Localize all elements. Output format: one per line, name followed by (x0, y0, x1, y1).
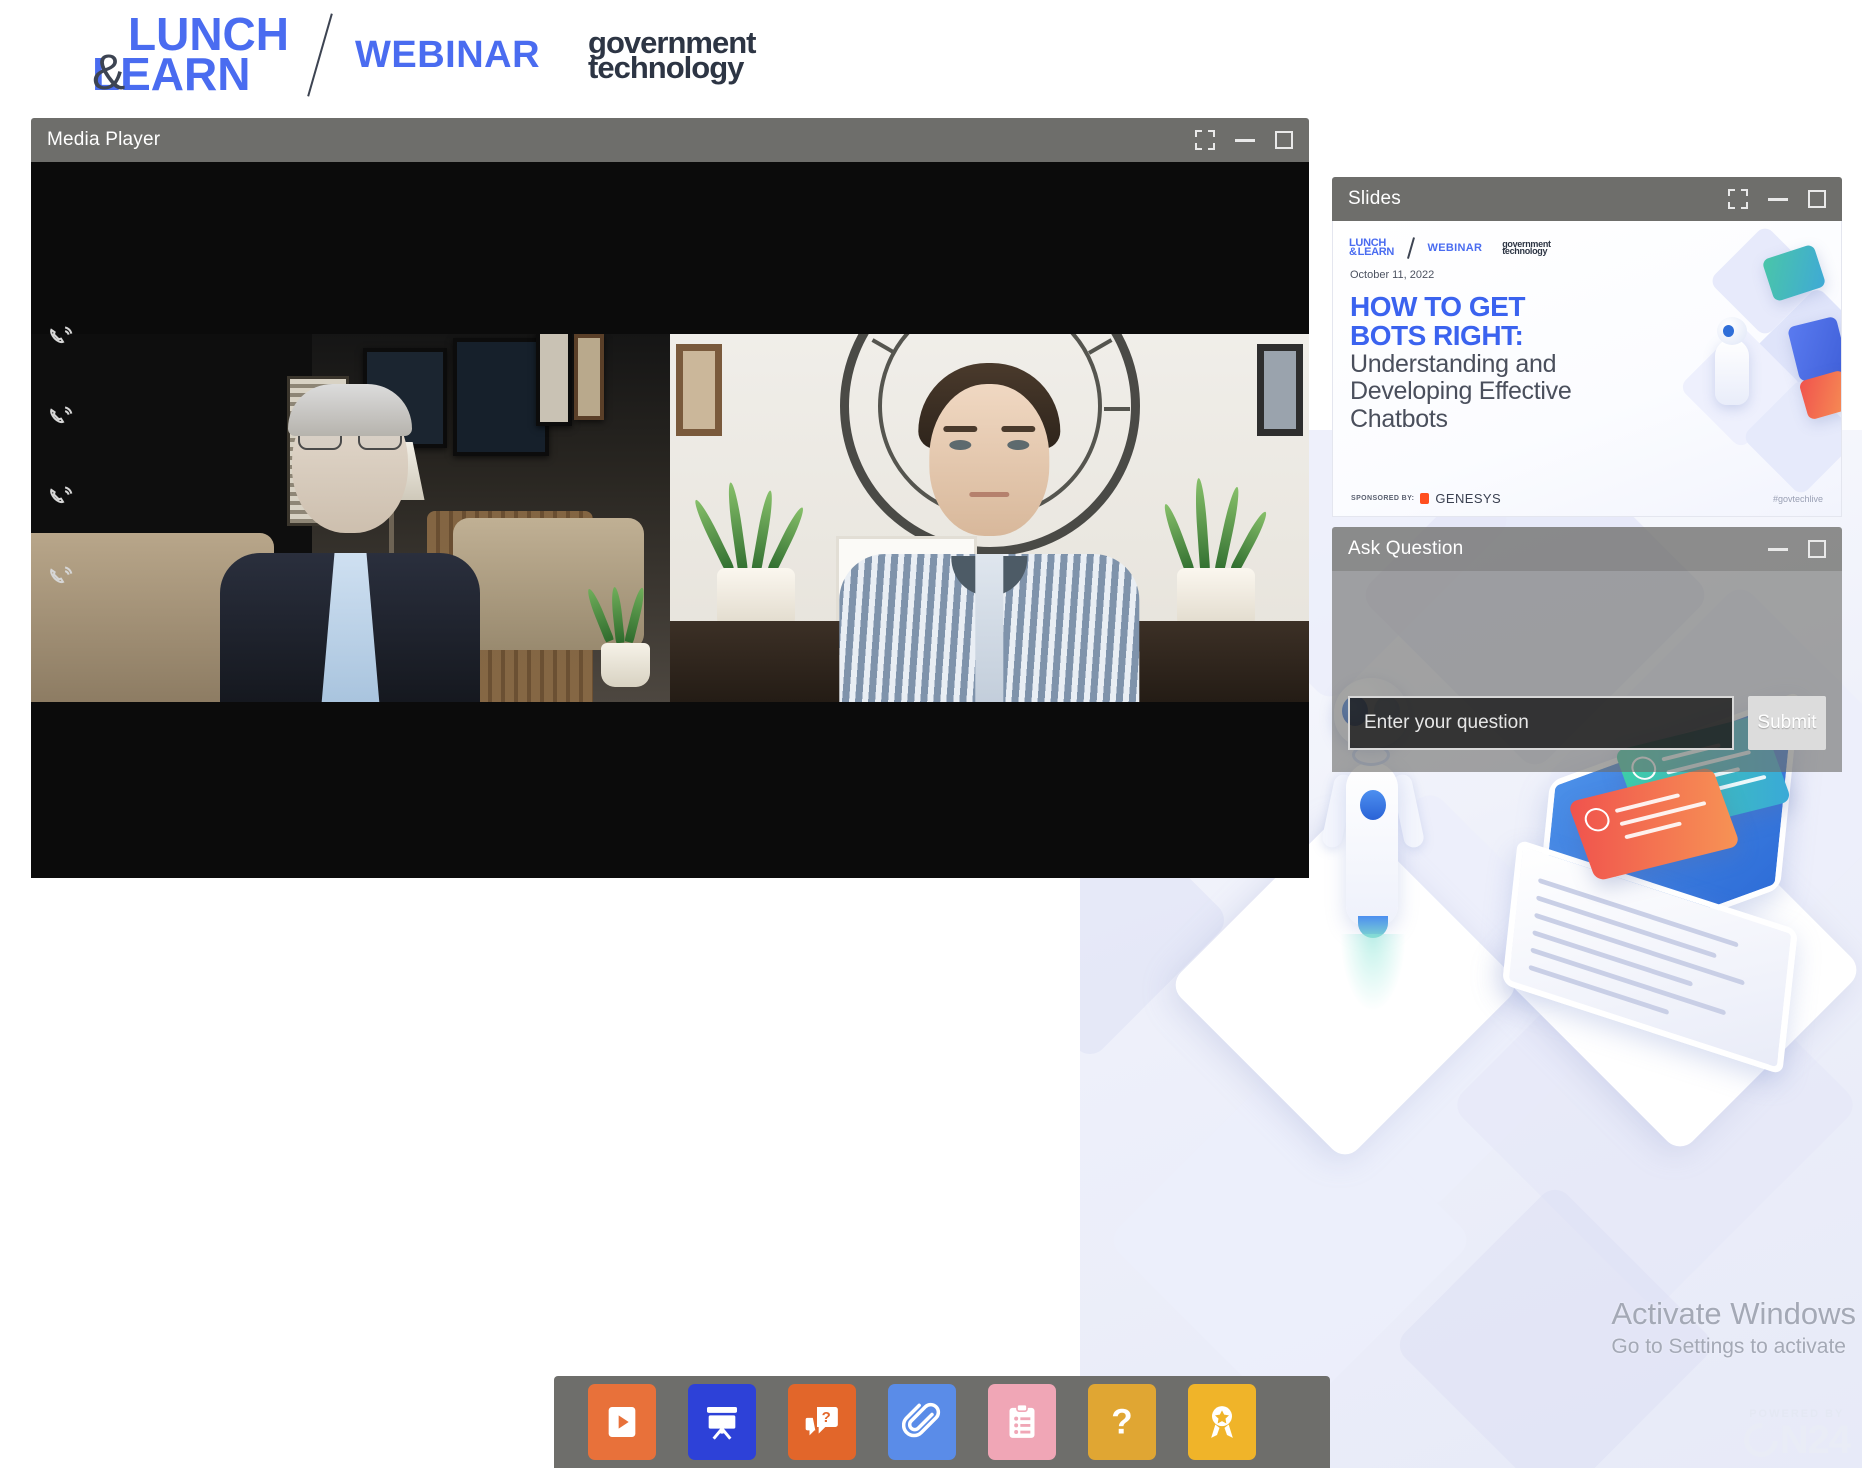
slide-subtitle-line2: Developing Effective (1350, 378, 1663, 406)
paperclip-icon (902, 1402, 942, 1442)
question-bubble-icon: ? (802, 1402, 842, 1442)
toolbar-survey-button[interactable] (988, 1384, 1056, 1460)
watermark-subtitle: Go to Settings to activate (1611, 1334, 1856, 1360)
maximize-icon[interactable] (1808, 540, 1826, 558)
logo-ampersand: & (92, 51, 124, 94)
on24-circle-icon (1737, 1416, 1785, 1464)
slide-lunch-learn-logo: LUNCH &LEARN (1349, 239, 1394, 258)
award-ribbon-icon (1202, 1402, 1242, 1442)
play-video-icon (602, 1402, 642, 1442)
audio-phone-icon-strip (31, 304, 93, 612)
expand-icon[interactable] (1195, 130, 1215, 150)
lunch-and-learn-logo: LUNCH & LEARN (92, 15, 289, 94)
slides-titlebar: Slides (1332, 177, 1842, 221)
speaker-video-left (31, 334, 670, 702)
activate-windows-watermark: Activate Windows Go to Settings to activ… (1611, 1295, 1856, 1360)
ask-question-body: Submit (1332, 571, 1842, 772)
slide-subtitle-line1: Understanding and (1350, 351, 1663, 379)
on24-branding: POWERED BY N24 (1744, 1409, 1850, 1460)
slides-title: Slides (1348, 188, 1401, 210)
ask-question-window-controls (1768, 540, 1826, 558)
slide-logo-divider (1407, 237, 1415, 259)
on24-logo: N24 (1744, 1420, 1850, 1460)
govtech-line2: technology (588, 55, 755, 80)
slides-panel[interactable]: Slides LUNCH (1332, 177, 1842, 517)
speaker-video-right (670, 334, 1309, 702)
question-mark-icon: ? (1102, 1402, 1142, 1442)
slide-footer: SPONSORED BY: GENESYS #govtechlive (1333, 491, 1841, 506)
phone-signal-icon[interactable] (31, 398, 93, 438)
slides-window-controls (1728, 189, 1826, 209)
speaker-video-band (31, 334, 1309, 702)
ask-question-title: Ask Question (1348, 538, 1463, 560)
ask-question-panel[interactable]: Ask Question Submit (1332, 527, 1842, 772)
speaker-left-person (184, 363, 516, 702)
slide-hashtag: #govtechlive (1773, 494, 1823, 504)
slide-logo-amp: & (1349, 248, 1357, 257)
question-input[interactable] (1348, 696, 1734, 750)
slide-artwork (1663, 235, 1842, 485)
page-header: LUNCH & LEARN WEBINAR government technol… (0, 0, 1862, 110)
sponsored-by-label: SPONSORED BY: (1351, 495, 1414, 502)
toolbar-certificate-button[interactable] (1188, 1384, 1256, 1460)
slide-title-line1: HOW TO GET (1350, 293, 1663, 322)
slide-content[interactable]: LUNCH &LEARN WEBINAR government technolo… (1332, 221, 1842, 517)
media-player-titlebar: Media Player (31, 118, 1309, 162)
phone-signal-icon[interactable] (31, 478, 93, 518)
government-technology-logo: government technology (588, 30, 755, 81)
toolbar-slides-button[interactable] (688, 1384, 756, 1460)
expand-icon[interactable] (1728, 189, 1748, 209)
slide-subtitle-line3: Chatbots (1350, 406, 1663, 434)
minimize-icon[interactable] (1768, 548, 1788, 551)
toolbar-ask-question-button[interactable]: ? (788, 1384, 856, 1460)
on24-wordmark: N24 (1780, 1420, 1850, 1460)
slide-govtech-logo: government technology (1502, 241, 1551, 256)
sponsor-name: GENESYS (1435, 491, 1501, 506)
minimize-icon[interactable] (1768, 198, 1788, 201)
bottom-toolbar: ? ? (554, 1376, 1330, 1468)
slide-title-block: HOW TO GET BOTS RIGHT: Understanding and… (1333, 281, 1663, 433)
genesys-logo-icon (1420, 493, 1429, 504)
maximize-icon[interactable] (1808, 190, 1826, 208)
media-player-title: Media Player (47, 129, 160, 151)
maximize-icon[interactable] (1275, 131, 1293, 149)
slide-logo-webinar: WEBINAR (1428, 242, 1483, 254)
toolbar-media-player-button[interactable] (588, 1384, 656, 1460)
webinar-console: Activate Windows Go to Settings to activ… (0, 0, 1862, 1468)
svg-text:?: ? (822, 1409, 831, 1426)
submit-question-button[interactable]: Submit (1748, 696, 1826, 750)
watermark-title: Activate Windows (1611, 1295, 1856, 1334)
clipboard-icon (1002, 1402, 1042, 1442)
toolbar-help-button[interactable]: ? (1088, 1384, 1156, 1460)
slide-title-line2: BOTS RIGHT: (1350, 322, 1663, 351)
slide-govtech-line2: technology (1502, 248, 1551, 255)
svg-text:?: ? (1111, 1403, 1132, 1442)
ask-question-titlebar: Ask Question (1332, 527, 1842, 571)
presentation-icon (702, 1402, 742, 1442)
phone-signal-icon[interactable] (31, 558, 93, 598)
media-player-window-controls (1195, 130, 1293, 150)
slide-logo-learn: LEARN (1358, 248, 1394, 257)
toolbar-resources-button[interactable] (888, 1384, 956, 1460)
logo-webinar-text: WEBINAR (355, 34, 540, 77)
phone-signal-icon[interactable] (31, 318, 93, 358)
logo-divider-slash (307, 13, 333, 96)
speaker-right-person (798, 349, 1181, 702)
video-stage[interactable] (31, 162, 1309, 878)
media-player-panel[interactable]: Media Player (31, 118, 1309, 878)
brand-logo-group: LUNCH & LEARN WEBINAR government technol… (92, 12, 755, 98)
slide-sponsor: SPONSORED BY: GENESYS (1351, 491, 1501, 506)
minimize-icon[interactable] (1235, 139, 1255, 142)
